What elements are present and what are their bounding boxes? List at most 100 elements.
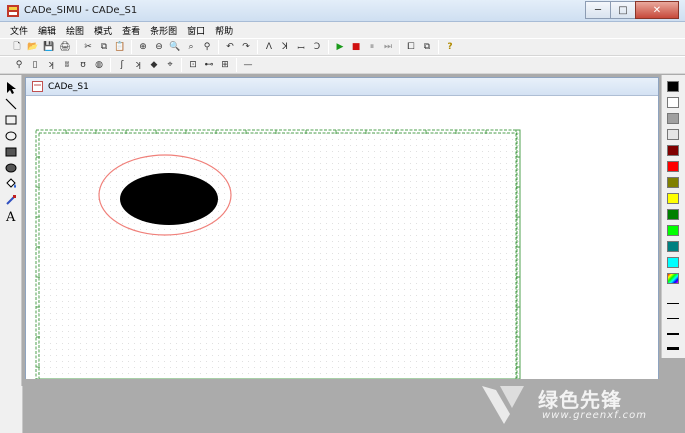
filled-ellipse-tool-icon[interactable] [4,161,18,175]
menu-edit[interactable]: 编辑 [38,24,56,37]
toolbar-separator [328,40,329,54]
text-tool-icon[interactable]: A [4,209,18,223]
comp-5-icon[interactable]: ʊ [76,58,90,72]
toolbar-separator [257,40,258,54]
comp-11-icon[interactable]: ⊡ [186,58,200,72]
redo-icon[interactable]: ↷ [239,40,253,54]
windows-icon[interactable]: ⧉ [420,40,434,54]
zoom-out-icon[interactable]: ⊖ [152,40,166,54]
comp-7-icon[interactable]: ʃ [115,58,129,72]
line-icon[interactable]: — [241,58,255,72]
toolbar-separator [131,40,132,54]
color-swatch[interactable] [667,257,679,268]
filled-ellipse[interactable] [120,173,218,225]
document-title: CADe_S1 [48,82,89,92]
pause-icon[interactable]: ⏸ [365,40,379,54]
comp-2-icon[interactable]: ▯ [28,58,42,72]
toolbar-separator [218,40,219,54]
color-picker-icon[interactable] [4,193,18,207]
menu-bar: 文件 编辑 绘图 模式 查看 条形图 窗口 帮助 [0,22,685,38]
color-swatch[interactable] [667,145,679,156]
toolbar-separator [236,58,237,72]
new-icon[interactable]: 🗋 [10,40,24,54]
line-tool-icon[interactable] [4,97,18,111]
comp-6-icon[interactable]: ◍ [92,58,106,72]
menu-mode[interactable]: 模式 [94,24,112,37]
color-swatch[interactable] [667,177,679,188]
toolbar-separator [399,40,400,54]
copy-icon[interactable]: ⧉ [97,40,111,54]
help-icon[interactable]: ? [443,40,457,54]
menu-view[interactable]: 查看 [122,24,140,37]
menu-draw[interactable]: 绘图 [66,24,84,37]
watermark-logo-icon [482,386,524,424]
line-width-3[interactable] [667,333,679,335]
color-swatch[interactable] [667,81,679,92]
custom-color-swatch[interactable] [667,273,679,284]
menu-help[interactable]: 帮助 [215,24,233,37]
fill-bucket-icon[interactable] [4,177,18,191]
zoom-page-icon[interactable]: ⚲ [200,40,214,54]
draw-tool-palette: A [0,75,22,387]
run-icon[interactable]: ▶ [333,40,347,54]
component-toolbar: ⚲ ▯ ʞ ʬ ʊ ◍ ʃ ʞ ◆ ⌖ ⊡ ⊷ ⊞ — [0,56,685,74]
color-palette [661,75,685,358]
maximize-icon: □ [618,4,628,16]
comp-4-icon[interactable]: ʬ [60,58,74,72]
rectangle-tool-icon[interactable] [4,113,18,127]
zoom-window-icon[interactable]: 🔍 [168,40,182,54]
zoom-all-icon[interactable]: ⌕ [184,40,198,54]
tool-a-icon[interactable]: ꓥ [262,40,276,54]
step-icon[interactable]: ⏭ [381,40,395,54]
color-swatch[interactable] [667,225,679,236]
document-icon [32,81,43,92]
comp-1-icon[interactable]: ⚲ [12,58,26,72]
comp-12-icon[interactable]: ⊷ [202,58,216,72]
color-swatch[interactable] [667,97,679,108]
watermark-text: 绿色先锋 [538,388,622,412]
comp-13-icon[interactable]: ⊞ [218,58,232,72]
filled-rect-tool-icon[interactable] [4,145,18,159]
select-arrow-icon[interactable] [4,81,18,95]
open-icon[interactable]: 📂 [26,40,40,54]
document-title-bar: CADe_S1 [26,78,658,96]
line-width-1[interactable] [667,303,679,304]
tool-b-icon[interactable]: ꓘ [278,40,292,54]
menu-window[interactable]: 窗口 [187,24,205,37]
close-button[interactable]: ✕ [635,1,679,19]
comp-8-icon[interactable]: ʞ [131,58,145,72]
menu-file[interactable]: 文件 [10,24,28,37]
save-icon[interactable]: 💾 [42,40,56,54]
drawing-canvas[interactable] [26,97,658,379]
zoom-in-icon[interactable]: ⊕ [136,40,150,54]
menu-barchart[interactable]: 条形图 [150,24,177,37]
watermark-url: www.greenxf.com [542,410,647,421]
color-swatch[interactable] [667,113,679,124]
line-width-2[interactable] [667,318,679,319]
color-swatch[interactable] [667,209,679,220]
toolbar-separator [110,58,111,72]
paste-icon[interactable]: 📋 [113,40,127,54]
comp-10-icon[interactable]: ⌖ [163,58,177,72]
maximize-button[interactable]: □ [610,1,636,19]
color-swatch[interactable] [667,241,679,252]
color-swatch[interactable] [667,193,679,204]
stop-icon[interactable]: ■ [349,40,363,54]
line-width-4[interactable] [667,347,679,350]
window-icon[interactable]: ⧠ [404,40,418,54]
minimize-button[interactable]: ─ [585,1,611,19]
toolbar-separator [181,58,182,72]
tool-c-icon[interactable]: ꟷ [294,40,308,54]
palette-bottom [0,386,23,433]
undo-icon[interactable]: ↶ [223,40,237,54]
ellipse-tool-icon[interactable] [4,129,18,143]
print-icon[interactable]: 🖨 [58,40,72,54]
tool-d-icon[interactable]: ꓛ [310,40,324,54]
minimize-icon: ─ [594,4,602,16]
color-swatch[interactable] [667,161,679,172]
cut-icon[interactable]: ✂ [81,40,95,54]
svg-text:A: A [5,210,16,223]
color-swatch[interactable] [667,129,679,140]
comp-3-icon[interactable]: ʞ [44,58,58,72]
comp-9-icon[interactable]: ◆ [147,58,161,72]
